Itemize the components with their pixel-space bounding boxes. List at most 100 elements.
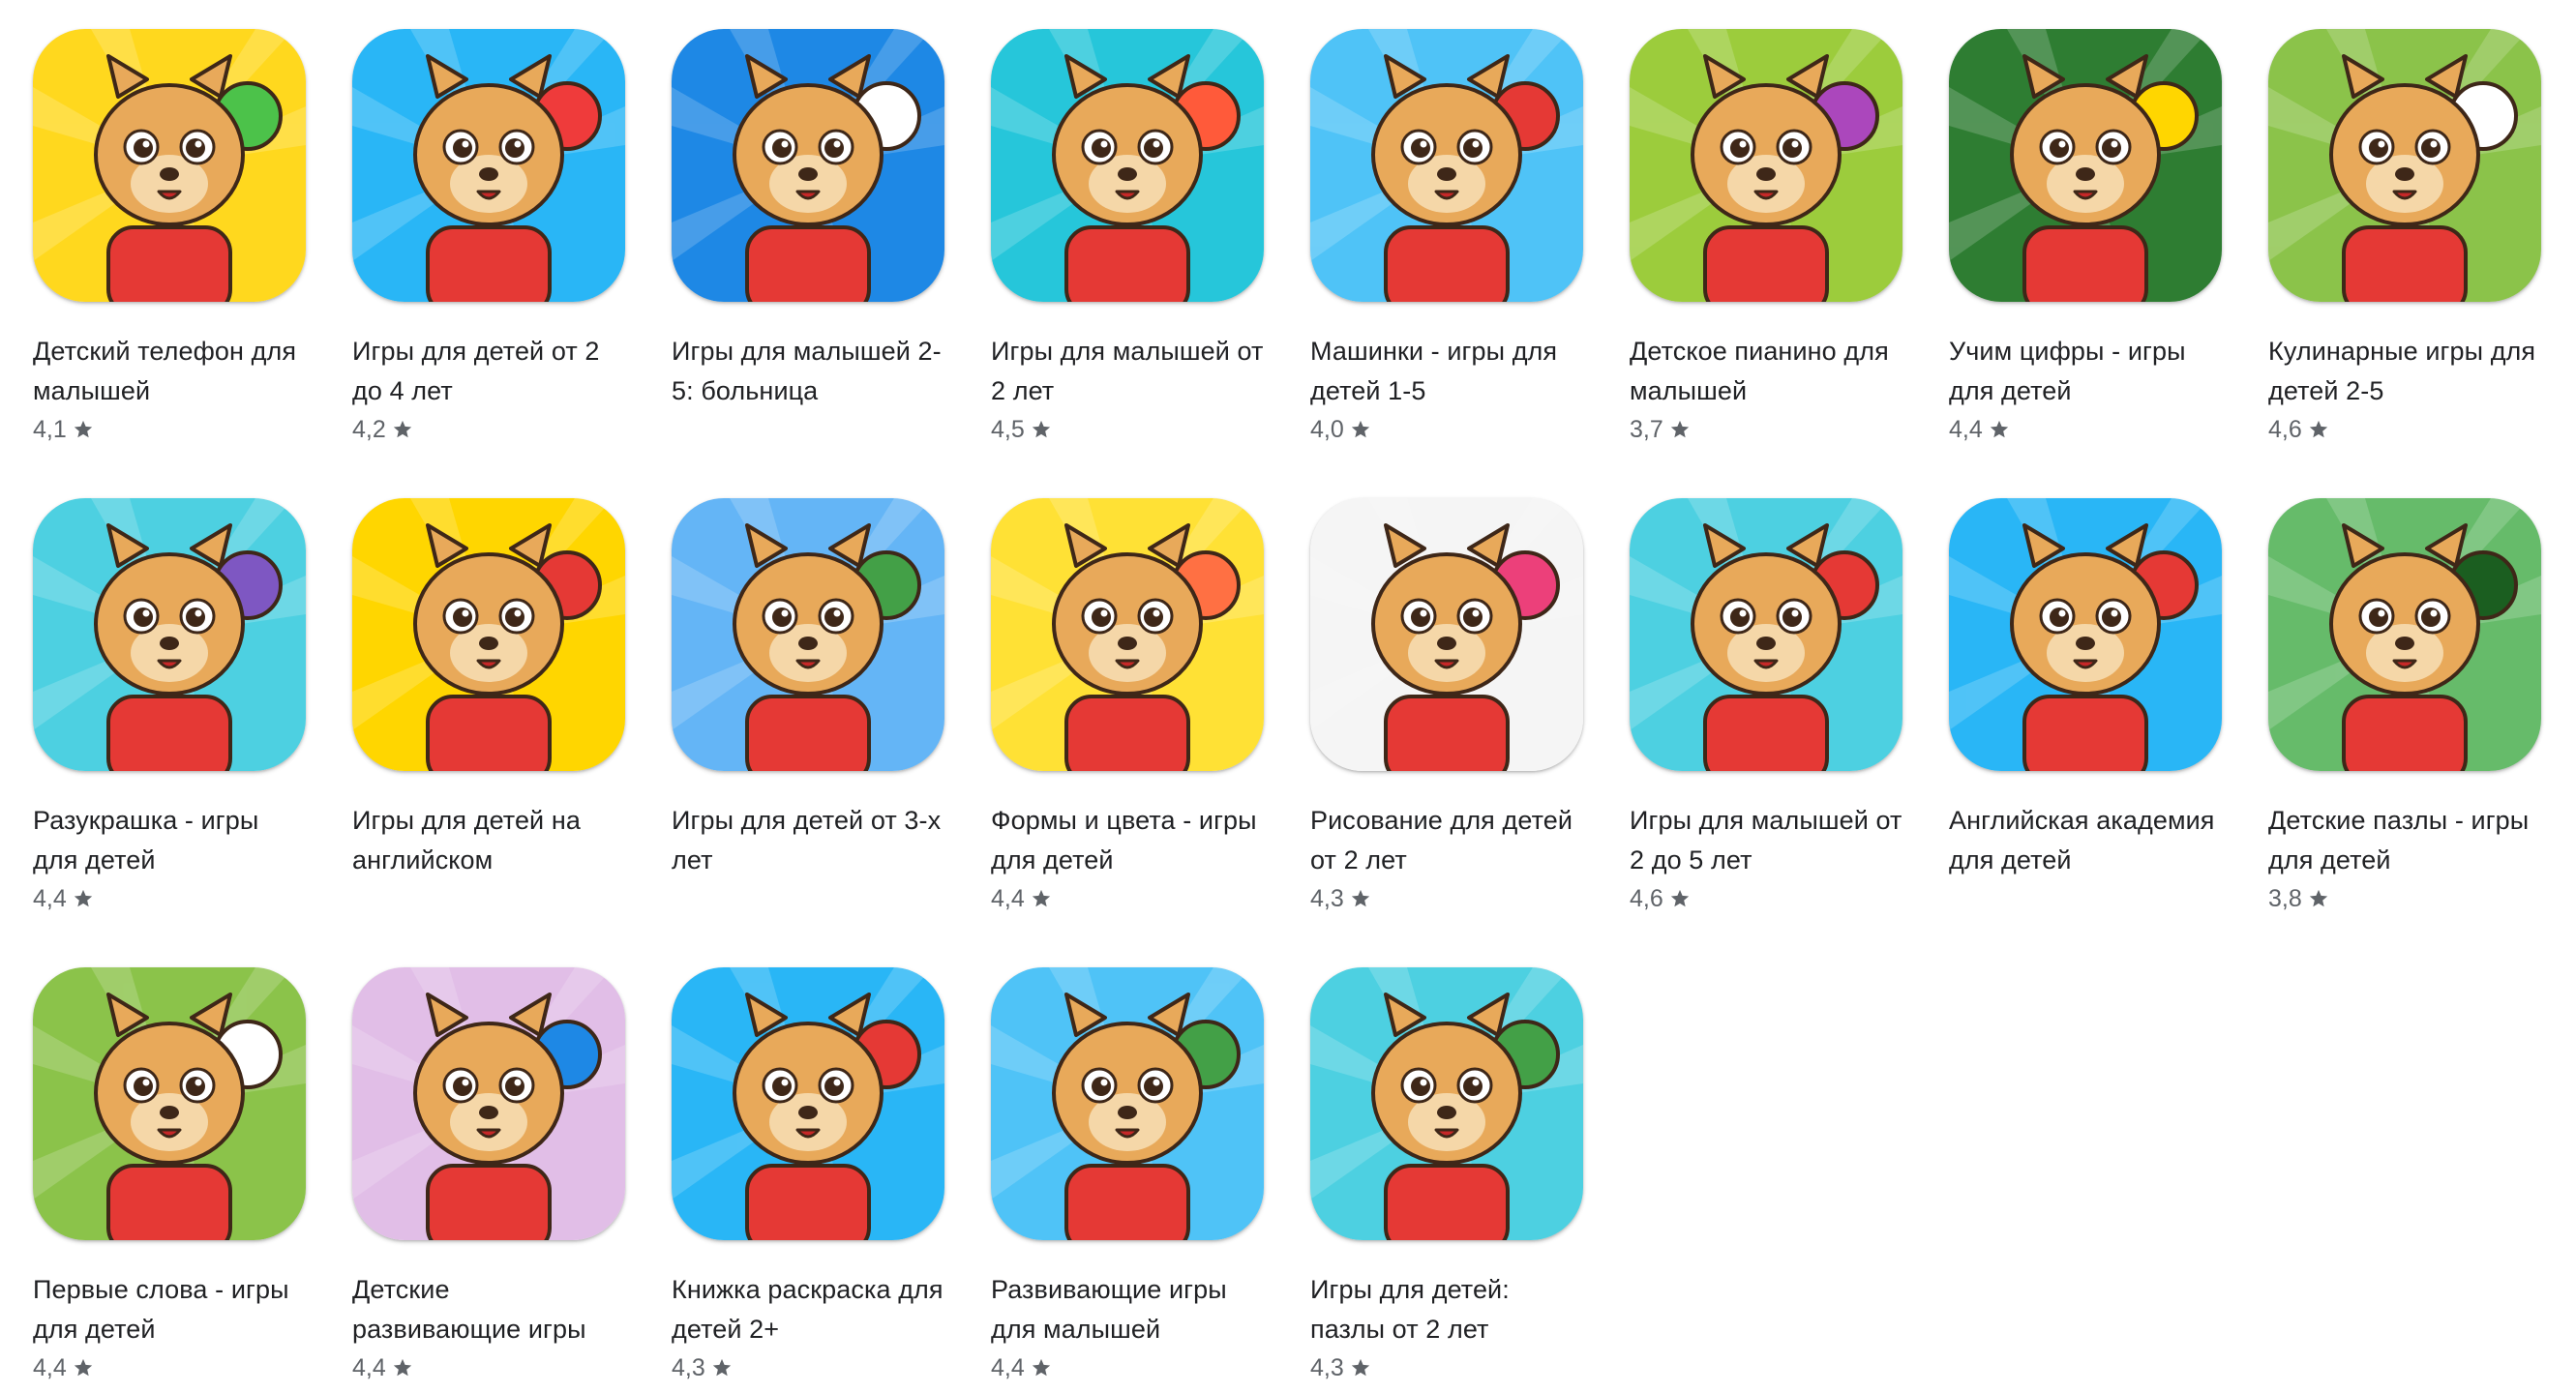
app-title[interactable]: Игры для малышей от 2 лет xyxy=(991,332,1264,411)
app-title[interactable]: Учим цифры - игры для детей xyxy=(1949,332,2222,411)
app-rating: 4,2 xyxy=(352,412,625,447)
rating-value: 4,1 xyxy=(33,416,67,443)
app-title[interactable]: Игры для малышей от 2 до 5 лет xyxy=(1630,801,1902,880)
balloons-icon[interactable] xyxy=(352,29,625,302)
app-title[interactable]: Игры для малышей 2-5: больница xyxy=(672,332,944,411)
app-rating: 4,6 xyxy=(1630,881,1902,916)
rating-value: 3,8 xyxy=(2268,885,2302,912)
app-title[interactable]: Английская академия для детей xyxy=(1949,801,2222,880)
app-card-13[interactable]: Рисование для детей от 2 лет 4,3 xyxy=(1310,498,1583,924)
piano-icon[interactable] xyxy=(1630,29,1902,302)
app-rating: 3,7 xyxy=(1630,412,1902,447)
app-rating: 3,8 xyxy=(2268,881,2541,916)
cards-icon[interactable] xyxy=(33,967,306,1240)
rating-value: 4,6 xyxy=(2268,416,2302,443)
app-title[interactable]: Машинки - игры для детей 1-5 xyxy=(1310,332,1583,411)
app-title[interactable]: Детский телефон для малышей xyxy=(33,332,306,411)
app-card-17[interactable]: Первые слова - игры для детей 4,4 xyxy=(33,967,306,1393)
app-rating: 4,3 xyxy=(672,1350,944,1385)
app-title[interactable]: Развивающие игры для малышей xyxy=(991,1270,1264,1349)
clothes-icon[interactable] xyxy=(352,967,625,1240)
stacking-rings-icon[interactable] xyxy=(991,498,1264,771)
app-title[interactable]: Игры для детей на английском xyxy=(352,801,625,880)
star-icon xyxy=(2308,888,2329,909)
star-icon xyxy=(1350,419,1371,440)
app-card-20[interactable]: Развивающие игры для малышей 4,4 xyxy=(991,967,1264,1393)
app-rating: 4,3 xyxy=(1310,881,1583,916)
palette-icon[interactable] xyxy=(672,967,944,1240)
rating-value: 4,4 xyxy=(991,1354,1025,1381)
app-rating: 4,1 xyxy=(33,412,306,447)
star-icon xyxy=(73,1357,94,1378)
app-title[interactable]: Игры для детей: пазлы от 2 лет xyxy=(1310,1270,1583,1349)
puzzle-icon[interactable] xyxy=(2268,498,2541,771)
globe-icon[interactable] xyxy=(672,498,944,771)
app-title[interactable]: Кулинарные игры для детей 2-5 xyxy=(2268,332,2541,411)
app-title[interactable]: Детские развивающие игры xyxy=(352,1270,625,1349)
play-icon[interactable] xyxy=(352,498,625,771)
app-card-10[interactable]: Игры для детей на английском xyxy=(352,498,625,924)
world-ball-icon[interactable] xyxy=(991,967,1264,1240)
burger-icon[interactable] xyxy=(2268,29,2541,302)
rating-value: 3,7 xyxy=(1630,416,1663,443)
app-grid: Детский телефон для малышей 4,1 Игры для… xyxy=(33,29,2541,1393)
rating-value: 4,4 xyxy=(33,885,67,912)
app-card-4[interactable]: Игры для малышей от 2 лет 4,5 xyxy=(991,29,1264,455)
app-title[interactable]: Игры для детей от 2 до 4 лет xyxy=(352,332,625,411)
rating-value: 4,3 xyxy=(1310,885,1344,912)
star-icon xyxy=(2308,419,2329,440)
rating-value: 4,3 xyxy=(672,1354,705,1381)
rating-value: 4,4 xyxy=(991,885,1025,912)
app-rating: 4,4 xyxy=(33,1350,306,1385)
phone-icon[interactable] xyxy=(33,29,306,302)
rating-value: 4,6 xyxy=(1630,885,1663,912)
app-card-21[interactable]: Игры для детей: пазлы от 2 лет 4,3 xyxy=(1310,967,1583,1393)
app-title[interactable]: Детские пазлы - игры для детей xyxy=(2268,801,2541,880)
app-rating: 4,3 xyxy=(1310,1350,1583,1385)
app-card-3[interactable]: Игры для малышей 2-5: больница xyxy=(672,29,944,455)
app-title[interactable]: Разукрашка - игры для детей xyxy=(33,801,306,880)
star-icon xyxy=(1669,888,1691,909)
chameleon-icon[interactable] xyxy=(1310,967,1583,1240)
rating-value: 4,5 xyxy=(991,416,1025,443)
app-card-15[interactable]: Английская академия для детей xyxy=(1949,498,2222,924)
app-title[interactable]: Формы и цвета - игры для детей xyxy=(991,801,1264,880)
app-rating: 4,4 xyxy=(1949,412,2222,447)
app-rating: 4,4 xyxy=(33,881,306,916)
app-card-12[interactable]: Формы и цвета - игры для детей 4,4 xyxy=(991,498,1264,924)
app-card-18[interactable]: Детские развивающие игры 4,4 xyxy=(352,967,625,1393)
app-card-5[interactable]: Машинки - игры для детей 1-5 4,0 xyxy=(1310,29,1583,455)
shapes-toy-icon[interactable] xyxy=(991,29,1264,302)
numbers-icon[interactable] xyxy=(1949,29,2222,302)
app-card-7[interactable]: Учим цифры - игры для детей 4,4 xyxy=(1949,29,2222,455)
app-title[interactable]: Игры для детей от 3-х лет xyxy=(672,801,944,880)
cube-icon[interactable] xyxy=(1630,498,1902,771)
app-card-19[interactable]: Книжка раскраска для детей 2+ 4,3 xyxy=(672,967,944,1393)
doctor-icon[interactable] xyxy=(672,29,944,302)
star-icon xyxy=(392,1357,413,1378)
rating-value: 4,4 xyxy=(352,1354,386,1381)
crayons-icon[interactable] xyxy=(1310,498,1583,771)
pencils-icon[interactable] xyxy=(33,498,306,771)
app-card-11[interactable]: Игры для детей от 3-х лет xyxy=(672,498,944,924)
app-card-9[interactable]: Разукрашка - игры для детей 4,4 xyxy=(33,498,306,924)
app-rating: 4,4 xyxy=(991,881,1264,916)
app-title[interactable]: Рисование для детей от 2 лет xyxy=(1310,801,1583,880)
app-card-1[interactable]: Детский телефон для малышей 4,1 xyxy=(33,29,306,455)
app-card-14[interactable]: Игры для малышей от 2 до 5 лет 4,6 xyxy=(1630,498,1902,924)
app-card-16[interactable]: Детские пазлы - игры для детей 3,8 xyxy=(2268,498,2541,924)
app-title[interactable]: Книжка раскраска для детей 2+ xyxy=(672,1270,944,1349)
abc-icon[interactable] xyxy=(1949,498,2222,771)
star-icon xyxy=(1031,419,1052,440)
rating-value: 4,4 xyxy=(1949,416,1983,443)
app-title[interactable]: Детское пианино для малышей xyxy=(1630,332,1902,411)
car-icon[interactable] xyxy=(1310,29,1583,302)
app-rating: 4,5 xyxy=(991,412,1264,447)
app-card-8[interactable]: Кулинарные игры для детей 2-5 4,6 xyxy=(2268,29,2541,455)
star-icon xyxy=(1669,419,1691,440)
app-card-2[interactable]: Игры для детей от 2 до 4 лет 4,2 xyxy=(352,29,625,455)
star-icon xyxy=(392,419,413,440)
app-card-6[interactable]: Детское пианино для малышей 3,7 xyxy=(1630,29,1902,455)
app-title[interactable]: Первые слова - игры для детей xyxy=(33,1270,306,1349)
app-rating: 4,4 xyxy=(352,1350,625,1385)
